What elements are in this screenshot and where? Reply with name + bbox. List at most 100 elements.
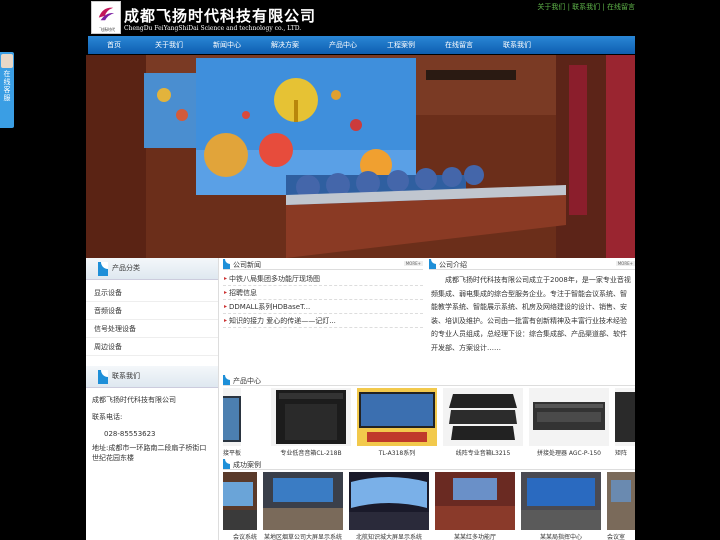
case-item[interactable]: 北航知识城大屏显示系统	[349, 472, 429, 540]
product-row: 液晶拼接平板 专业低音音箱CL-218B TL-A318系列 线阵专业音箱L32…	[223, 388, 635, 458]
product-item[interactable]: 液晶拼接平板	[223, 388, 241, 457]
product-item[interactable]: 矩阵	[615, 388, 635, 457]
case-caption: 北航知识城大屏显示系统	[355, 534, 422, 540]
contact-company: 成都飞扬时代科技有限公司	[92, 396, 176, 404]
product-category-header: 产品分类	[86, 258, 218, 280]
category-item-audio[interactable]: 音频设备	[86, 302, 218, 320]
section-flag-icon	[223, 375, 230, 385]
cases-title: 成功案例	[233, 461, 261, 469]
product-title: 产品中心	[233, 377, 261, 385]
company-english-name: ChengDu FeiYangShiDai Science and techno…	[124, 25, 302, 32]
case-item[interactable]: 某某局指挥中心	[521, 472, 601, 540]
online-service-float[interactable]: 在线客服	[0, 52, 14, 128]
news-item[interactable]: 招聘信息	[223, 286, 423, 300]
online-service-label: 在线客服	[3, 70, 11, 102]
intro-title: 公司介绍	[439, 261, 467, 269]
case-item[interactable]: 会议室	[607, 472, 635, 540]
product-item[interactable]: 专业低音音箱CL-218B	[271, 388, 351, 457]
case-image	[223, 472, 257, 530]
contact-title: 联系我们	[112, 372, 140, 380]
case-image	[263, 472, 343, 530]
category-item-display[interactable]: 显示设备	[86, 284, 218, 302]
company-intro: 公司介绍 MORE+ 成都飞扬时代科技有限公司成立于2008年，是一家专业音视频…	[429, 258, 635, 376]
contact-phone: 028-85553623	[104, 430, 156, 438]
product-caption: 液晶拼接平板	[223, 450, 241, 457]
product-image	[615, 388, 635, 446]
section-flag-icon	[98, 370, 108, 384]
logo[interactable]: 飞扬时代	[91, 1, 121, 34]
product-image	[357, 388, 437, 446]
top-links-text[interactable]: 关于我们 | 联系我们 | 在线留言	[537, 3, 635, 11]
news-more-link[interactable]: MORE+	[403, 261, 423, 266]
nav-item-news[interactable]: 新闻中心	[198, 36, 256, 54]
contact-info: 成都飞扬时代科技有限公司 联系电话: 028-85553623 地址:成都市一环…	[86, 388, 218, 467]
category-item-signal[interactable]: 信号处理设备	[86, 320, 218, 338]
product-header: 产品中心	[223, 374, 635, 386]
case-caption: 会议室	[607, 534, 626, 540]
intro-more-link[interactable]: MORE+	[615, 261, 635, 266]
news-list: 中铁八局集团多功能厅现场图 招聘信息 DDMALL系列HDBaseT... 知识…	[223, 270, 423, 328]
product-center: 产品中心 液晶拼接平板 专业低音音箱CL-218B TL-A318系列	[223, 374, 635, 458]
logo-mark-icon	[98, 7, 115, 21]
news-item[interactable]: 中铁八局集团多功能厅现场图	[223, 272, 423, 286]
cases-header: 成功案例	[223, 458, 635, 470]
contact-header: 联系我们	[86, 366, 218, 388]
nav-item-home[interactable]: 首页	[88, 36, 140, 54]
product-caption: 线阵专业音箱L3215	[455, 450, 511, 457]
logo-text: 飞扬时代	[99, 27, 115, 32]
company-name: 成都飞扬时代科技有限公司	[124, 7, 317, 25]
site-header: 飞扬时代 成都飞扬时代科技有限公司 ChengDu FeiYangShiDai …	[88, 0, 635, 36]
category-list: 显示设备 音频设备 信号处理设备 周边设备	[86, 280, 218, 360]
product-item[interactable]: 拼接处理器 AGC-P-150	[529, 388, 609, 457]
product-image	[271, 388, 351, 446]
case-item[interactable]: 某某红多功能厅	[435, 472, 515, 540]
nav-item-solutions[interactable]: 解决方案	[256, 36, 314, 54]
case-image	[607, 472, 635, 530]
product-item[interactable]: TL-A318系列	[357, 388, 437, 457]
news-item[interactable]: DDMALL系列HDBaseT...	[223, 300, 423, 314]
case-caption: 某地区烟草公司大屏显示系统	[263, 534, 342, 540]
section-flag-icon	[223, 259, 230, 269]
news-title: 公司新闻	[233, 261, 261, 269]
content-area: 产品分类 显示设备 音频设备 信号处理设备 周边设备 联系我们 成都飞扬时代科技…	[86, 258, 635, 540]
news-item[interactable]: 知识的接力 爱心的传递——记灯...	[223, 314, 423, 328]
contact-address: 地址:成都市一环路南二段扇子桥街口世纪花园东楼	[92, 444, 207, 462]
case-row: 会议系统 某地区烟草公司大屏显示系统 北航知识城大屏显示系统 某某红多功能厅 某…	[223, 472, 635, 540]
section-flag-icon	[429, 259, 436, 269]
case-image	[435, 472, 515, 530]
contact-phone-label: 联系电话:	[92, 413, 123, 421]
company-news: 公司新闻 MORE+ 中铁八局集团多功能厅现场图 招聘信息 DDMALL系列HD…	[223, 258, 423, 376]
case-item[interactable]: 某地区烟草公司大屏显示系统	[263, 472, 343, 540]
section-flag-icon	[98, 262, 108, 276]
product-caption: 拼接处理器 AGC-P-150	[536, 450, 601, 457]
top-links[interactable]: 关于我们 | 联系我们 | 在线留言	[537, 2, 635, 12]
nav-item-message[interactable]: 在线留言	[430, 36, 488, 54]
nav-item-contact[interactable]: 联系我们	[488, 36, 546, 54]
hero-banner	[86, 55, 635, 258]
main-nav: 首页 关于我们 新闻中心 解决方案 产品中心 工程案例 在线留言 联系我们	[88, 36, 635, 54]
case-image	[349, 472, 429, 530]
news-header: 公司新闻 MORE+	[223, 258, 423, 270]
case-item[interactable]: 会议系统	[223, 472, 257, 540]
banner-image	[86, 55, 635, 258]
section-flag-icon	[223, 459, 230, 469]
left-sidebar: 产品分类 显示设备 音频设备 信号处理设备 周边设备 联系我们 成都飞扬时代科技…	[86, 258, 219, 540]
product-caption: TL-A318系列	[378, 450, 416, 457]
product-image	[443, 388, 523, 446]
product-image	[529, 388, 609, 446]
product-category-title: 产品分类	[112, 264, 140, 272]
category-item-peripheral[interactable]: 周边设备	[86, 338, 218, 356]
intro-header: 公司介绍 MORE+	[429, 258, 635, 270]
case-caption: 某某红多功能厅	[453, 534, 496, 540]
product-image	[223, 388, 241, 446]
nav-item-about[interactable]: 关于我们	[140, 36, 198, 54]
nav-item-cases[interactable]: 工程案例	[372, 36, 430, 54]
product-caption: 专业低音音箱CL-218B	[280, 450, 342, 457]
case-caption: 会议系统	[232, 534, 257, 540]
nav-item-products[interactable]: 产品中心	[314, 36, 372, 54]
success-cases: 成功案例 会议系统 某地区烟草公司大屏显示系统 北航知识城大屏显示系统 某某红多…	[223, 458, 635, 540]
product-item[interactable]: 线阵专业音箱L3215	[443, 388, 523, 457]
service-avatar-icon	[1, 54, 13, 68]
case-caption: 某某局指挥中心	[539, 534, 582, 540]
intro-text: 成都飞扬时代科技有限公司成立于2008年，是一家专业音视频集成、弱电集成的综合型…	[431, 276, 631, 352]
